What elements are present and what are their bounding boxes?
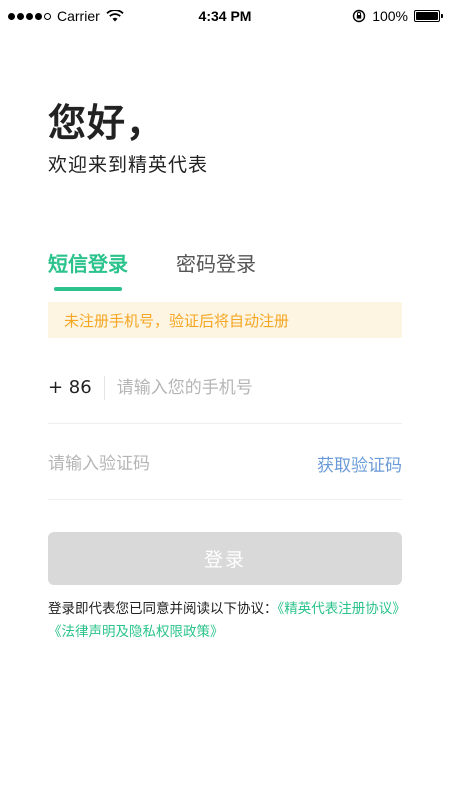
login-button[interactable]: 登录 bbox=[48, 532, 402, 585]
register-notice: 未注册手机号，验证后将自动注册 bbox=[48, 302, 402, 338]
tab-password-login[interactable]: 密码登录 bbox=[176, 248, 256, 291]
registration-agreement-link[interactable]: 《精英代表注册协议》 bbox=[278, 601, 406, 617]
signal-strength-icon bbox=[8, 12, 51, 20]
verification-code-input[interactable] bbox=[48, 453, 288, 474]
code-row: 获取验证码 bbox=[48, 428, 402, 500]
privacy-policy-link[interactable]: 《法律声明及隐私权限政策》 bbox=[48, 624, 224, 640]
login-tabs: 短信登录 密码登录 bbox=[48, 248, 256, 291]
battery-percentage: 100% bbox=[372, 8, 408, 24]
tab-sms-login[interactable]: 短信登录 bbox=[48, 248, 128, 291]
battery-icon bbox=[414, 10, 443, 22]
get-code-button[interactable]: 获取验证码 bbox=[317, 451, 402, 476]
phone-row: + 86 bbox=[48, 352, 402, 424]
country-code[interactable]: + 86 bbox=[48, 375, 105, 400]
carrier-name: Carrier bbox=[57, 8, 100, 24]
agreement-text: 登录即代表您已同意并阅读以下协议：《精英代表注册协议》《法律声明及隐私权限政策》 bbox=[48, 598, 408, 644]
greeting-title: 您好， bbox=[48, 101, 166, 145]
rotation-lock-icon bbox=[352, 9, 366, 23]
phone-input[interactable] bbox=[116, 377, 377, 398]
status-bar: Carrier 4:34 PM 100% bbox=[0, 0, 450, 32]
wifi-icon bbox=[106, 10, 124, 22]
agreement-prefix: 登录即代表您已同意并阅读以下协议： bbox=[48, 601, 278, 617]
welcome-subtitle: 欢迎来到精英代表 bbox=[48, 154, 209, 176]
